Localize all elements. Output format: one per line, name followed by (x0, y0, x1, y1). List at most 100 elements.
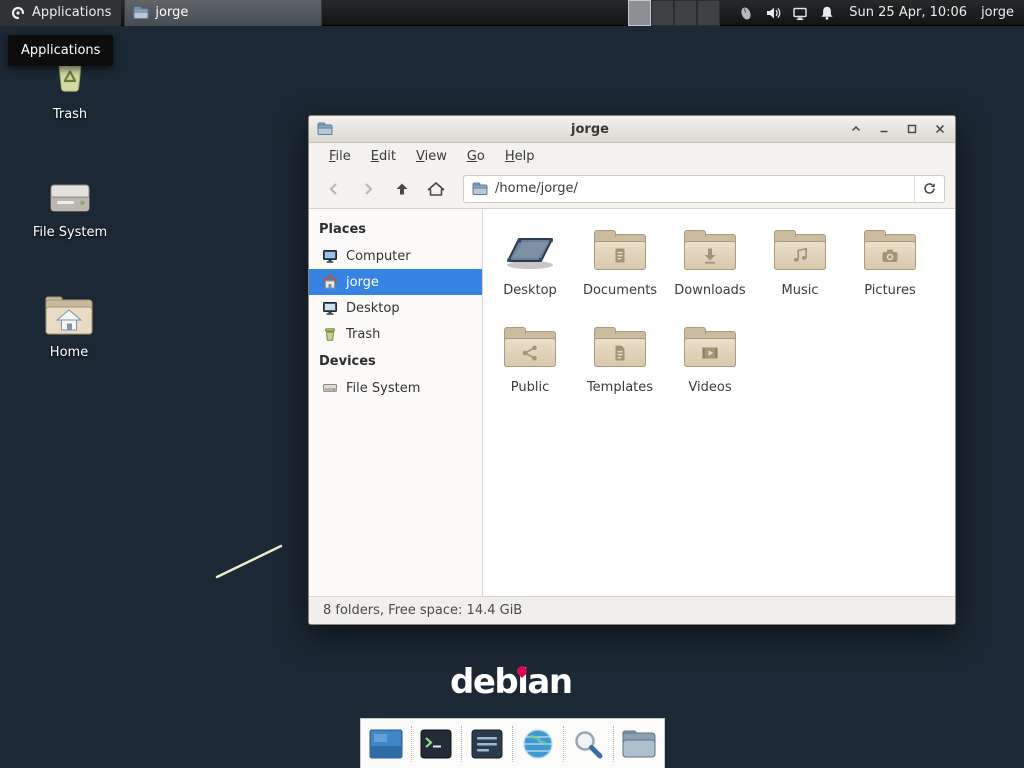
location-bar[interactable]: /home/jorge/ (463, 175, 945, 203)
file-item-desktop[interactable]: Desktop (485, 217, 575, 314)
home-button[interactable] (421, 175, 451, 203)
file-item-templates[interactable]: Templates (575, 314, 665, 411)
dock-separator (411, 726, 412, 762)
file-item-public[interactable]: Public (485, 314, 575, 411)
web-browser-icon[interactable] (518, 724, 558, 764)
window-folder-icon (317, 121, 333, 137)
dock-separator (461, 726, 462, 762)
computer-icon (322, 248, 338, 264)
volume-icon[interactable] (765, 5, 781, 21)
debian-logo: debian (450, 660, 572, 708)
sidebar-item-label: File System (346, 381, 420, 396)
menu-go[interactable]: Go (457, 145, 495, 168)
reload-button[interactable] (914, 176, 944, 202)
applications-menu-button[interactable]: Applications (0, 0, 121, 26)
menu-help[interactable]: Help (495, 145, 545, 168)
documents-folder-icon (593, 225, 647, 275)
file-label: Downloads (674, 283, 745, 298)
mouse-settings-icon[interactable] (738, 5, 754, 21)
notifications-bell-icon[interactable] (819, 5, 835, 21)
desktop-icon-label: File System (22, 225, 118, 240)
desktop-icon (322, 300, 338, 316)
sidebar-item-label: Trash (346, 327, 380, 342)
menu-edit[interactable]: Edit (361, 145, 406, 168)
clock[interactable]: Sun 25 Apr, 10:06 (849, 5, 967, 20)
file-label: Desktop (503, 283, 557, 298)
file-item-music[interactable]: Music (755, 217, 845, 314)
workspace-2[interactable] (651, 0, 674, 26)
statusbar: 8 folders, Free space: 14.4 GiB (309, 596, 955, 624)
sidebar-item-computer[interactable]: Computer (309, 243, 482, 269)
workspace-3[interactable] (674, 0, 697, 26)
desktop-preferences-icon[interactable] (366, 724, 406, 764)
desktop-special-icon (503, 225, 557, 275)
shade-button[interactable] (849, 122, 863, 136)
trash-icon (322, 326, 338, 342)
application-finder-icon[interactable] (568, 724, 608, 764)
sidebar-item-desktop[interactable]: Desktop (309, 295, 482, 321)
file-manager-window-icon (133, 5, 149, 21)
desktop-screen: Applications jorge (0, 0, 1024, 768)
dock-separator (563, 726, 564, 762)
sidebar-item-label: Desktop (346, 301, 400, 316)
window-title: jorge (339, 122, 841, 137)
up-button[interactable] (387, 175, 417, 203)
sidebar-item-label: jorge (346, 275, 379, 290)
home-folder-icon (21, 290, 117, 338)
taskbar-window-label: jorge (155, 5, 188, 20)
sidebar-item-jorge[interactable]: jorge (309, 269, 482, 295)
sidebar-item-trash[interactable]: Trash (309, 321, 482, 347)
toolbar: /home/jorge/ (309, 169, 955, 209)
applications-menu-icon (10, 5, 26, 21)
console-icon[interactable] (467, 724, 507, 764)
file-item-videos[interactable]: Videos (665, 314, 755, 411)
file-manager-window: jorge File Edit View Go Help (308, 115, 956, 625)
session-user-button[interactable]: jorge (981, 5, 1014, 20)
workspace-switcher (628, 0, 720, 26)
drive-icon (22, 170, 118, 218)
menu-file[interactable]: File (319, 145, 361, 168)
sidebar-item-file-system[interactable]: File System (309, 375, 482, 401)
workspace-1[interactable] (628, 0, 651, 26)
taskbar-window-button[interactable]: jorge (124, 0, 322, 26)
desktop-icon-label: Home (21, 345, 117, 360)
dock-separator (613, 726, 614, 762)
titlebar[interactable]: jorge (309, 116, 955, 143)
desktop-icon-label: Trash (22, 107, 118, 122)
menu-view[interactable]: View (406, 145, 457, 168)
desktop-artifact-line (210, 538, 290, 582)
maximize-button[interactable] (905, 122, 919, 136)
music-folder-icon (773, 225, 827, 275)
file-label: Videos (688, 380, 731, 395)
back-button[interactable] (319, 175, 349, 203)
display-icon[interactable] (792, 5, 808, 21)
desktop-icon-file-system[interactable]: File System (22, 170, 118, 240)
dock-separator (512, 726, 513, 762)
file-item-downloads[interactable]: Downloads (665, 217, 755, 314)
applications-tooltip: Applications (8, 35, 113, 66)
file-label: Documents (583, 283, 657, 298)
pictures-folder-icon (863, 225, 917, 275)
terminal-icon[interactable] (416, 724, 456, 764)
location-text: /home/jorge/ (495, 181, 907, 196)
desktop-icon-home[interactable]: Home (21, 290, 117, 360)
file-item-pictures[interactable]: Pictures (845, 217, 935, 314)
file-label: Pictures (864, 283, 915, 298)
debian-logo-text: debian (450, 662, 572, 702)
bottom-dock (360, 718, 665, 768)
file-manager-icon[interactable] (619, 724, 659, 764)
top-panel: Applications jorge (0, 0, 1024, 26)
file-item-documents[interactable]: Documents (575, 217, 665, 314)
file-label: Templates (587, 380, 653, 395)
forward-button[interactable] (353, 175, 383, 203)
workspace-4[interactable] (697, 0, 720, 26)
sidebar: Places Computer jorge (309, 209, 483, 596)
window-controls (849, 122, 947, 136)
devices-header: Devices (309, 347, 482, 375)
applications-menu-label: Applications (32, 5, 111, 20)
close-button[interactable] (933, 122, 947, 136)
status-text: 8 folders, Free space: 14.4 GiB (323, 603, 522, 618)
folder-icon (472, 181, 488, 197)
minimize-button[interactable] (877, 122, 891, 136)
file-label: Music (782, 283, 819, 298)
